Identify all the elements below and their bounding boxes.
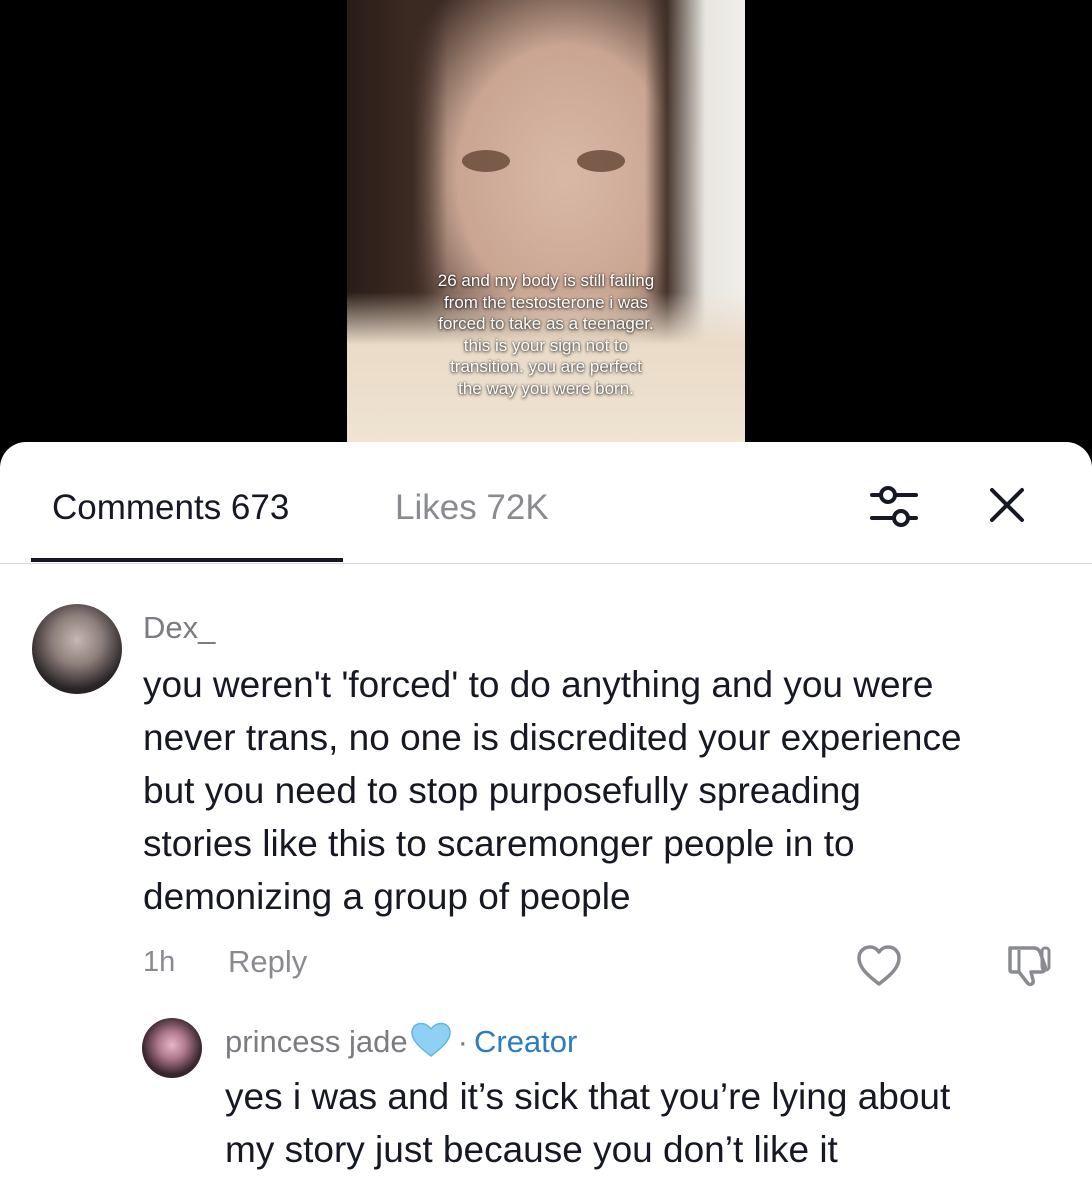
filter-button[interactable] [868, 482, 920, 532]
video-eye-left [462, 150, 510, 172]
comment-text-line: stories like this to scaremonger people … [143, 823, 855, 864]
comment-text-line: but you need to stop purposefully spread… [143, 770, 861, 811]
tab-comments[interactable]: Comments 673 [52, 488, 289, 528]
comment-text-line: demonizing a group of people [143, 876, 631, 917]
video-area[interactable]: 26 and my body is still failing from the… [0, 0, 1092, 470]
heart-outline-icon [857, 945, 901, 986]
blue-heart-emoji-icon [410, 1022, 451, 1057]
thumbs-down-icon [1008, 946, 1051, 987]
comments-panel: Comments 673 Likes 72K Dex_ you weren't … [0, 442, 1092, 1200]
creator-badge: Creator [473, 1024, 578, 1059]
caption-line: this is your sign not to [463, 335, 629, 355]
reply-username-line: princess jade · Creator [225, 1022, 577, 1060]
caption-line: forced to take as a teenager. [438, 314, 654, 333]
reply-button[interactable]: Reply [228, 944, 307, 980]
caption-line: 26 and my body is still failing [437, 271, 655, 290]
tab-bar: Comments 673 Likes 72K [0, 442, 1092, 562]
video-caption: 26 and my body is still failing from the… [347, 270, 745, 399]
like-button[interactable] [856, 944, 902, 988]
tabs-divider [0, 563, 1092, 564]
avatar[interactable] [142, 1018, 202, 1078]
tab-likes[interactable]: Likes 72K [395, 488, 549, 528]
reply-username[interactable]: princess jade [225, 1024, 408, 1059]
dislike-button[interactable] [1004, 942, 1054, 988]
close-icon [990, 488, 1024, 522]
video-thumbnail[interactable]: 26 and my body is still failing from the… [347, 0, 745, 442]
separator-dot: · [457, 1024, 468, 1059]
comment-username[interactable]: Dex_ [143, 610, 215, 646]
caption-line: transition. you are perfect [450, 357, 642, 376]
reply-text-line: my story just because you don’t like it [225, 1129, 838, 1170]
avatar[interactable] [32, 604, 122, 694]
reply-text: yes i was and it’s sick that you’re lyin… [225, 1070, 950, 1176]
sliders-icon [870, 486, 918, 527]
caption-line: the way you were born. [458, 378, 634, 398]
comment-timestamp: 1h [143, 946, 176, 978]
close-button[interactable] [984, 482, 1030, 528]
video-eye-right [577, 150, 625, 172]
comment-text-line: never trans, no one is discredited your … [143, 717, 962, 758]
caption-line: from the testosterone i was [443, 292, 649, 312]
reply-text-line: yes i was and it’s sick that you’re lyin… [225, 1076, 951, 1117]
comment-text-line: you weren't 'forced' to do anything and … [143, 664, 934, 705]
comment-text: you weren't 'forced' to do anything and … [143, 658, 962, 923]
active-tab-indicator [31, 558, 343, 562]
